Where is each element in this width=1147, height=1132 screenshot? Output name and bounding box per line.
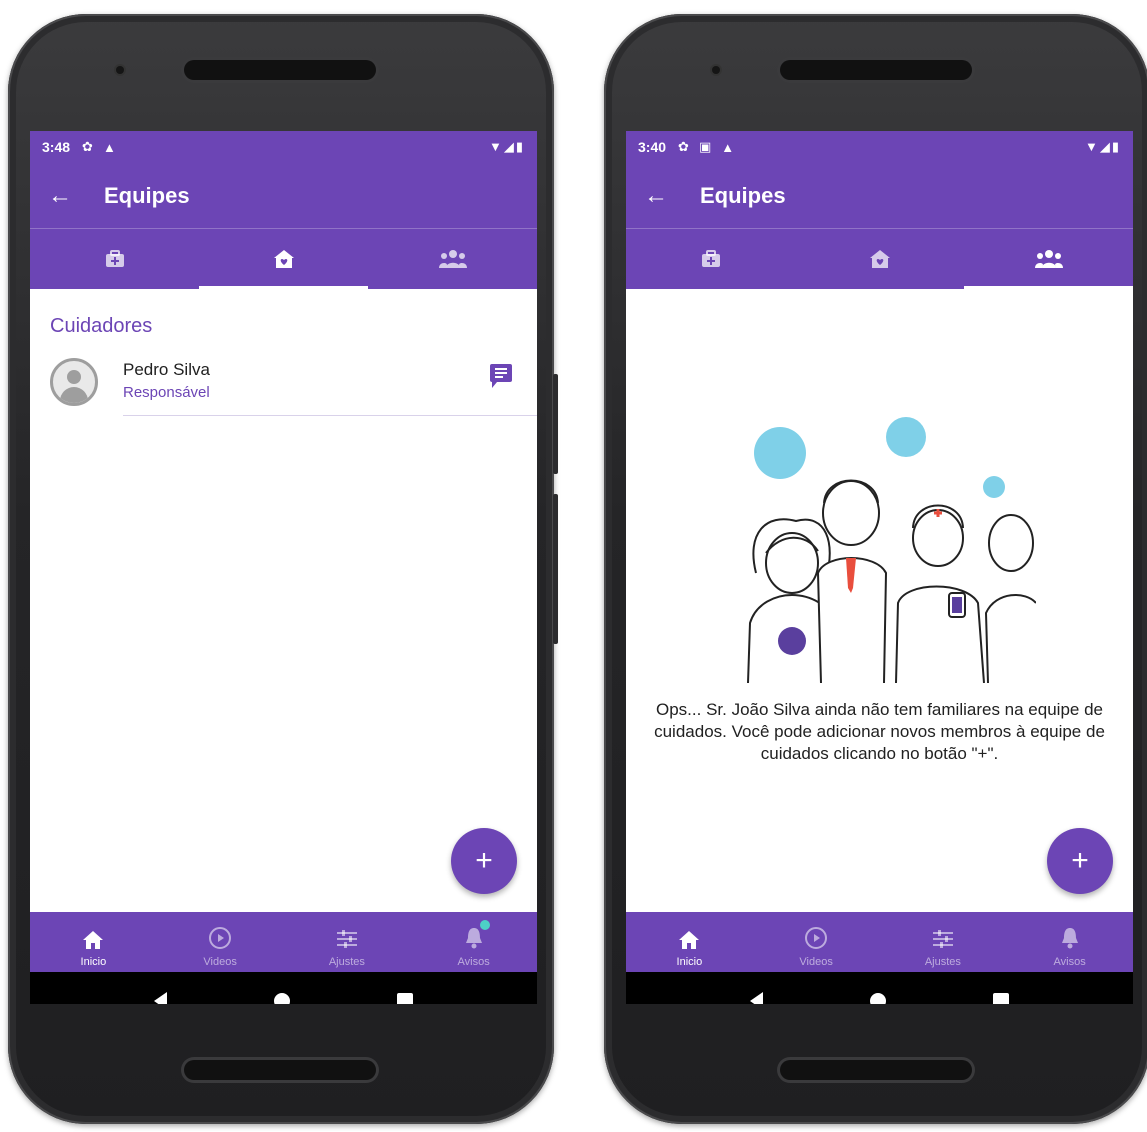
back-arrow-icon[interactable]: ← [48, 182, 104, 210]
nav-avisos[interactable]: Avisos [410, 912, 537, 972]
back-arrow-icon[interactable]: ← [644, 182, 700, 210]
tab-family[interactable] [199, 229, 368, 289]
tab-group[interactable] [368, 229, 537, 289]
recents-icon[interactable] [993, 993, 1010, 1004]
screen-right: 3:40 ✿ ▣ ▲ ▼◢▮ ← Equipes Ops... Sr. João… [626, 131, 1133, 1004]
screenshot-icon: ▣ [698, 139, 712, 154]
nav-label: Ajustes [924, 956, 961, 968]
gear-icon: ✿ [678, 139, 689, 154]
medical-kit-icon [701, 250, 720, 267]
status-bar: 3:48 ✿ ▲ ▼◢▮ [30, 131, 537, 163]
nav-label: Inicio [80, 956, 107, 968]
chat-icon[interactable] [490, 364, 512, 388]
play-circle-icon [805, 927, 828, 949]
bell-icon [465, 928, 482, 949]
page-title: Equipes [104, 182, 190, 208]
volume-button [553, 494, 558, 644]
signal-battery-icon: ▼◢▮ [1084, 139, 1121, 154]
group-icon [438, 250, 467, 268]
member-info: Pedro Silva Responsável [123, 358, 537, 416]
earpiece-speaker [780, 60, 972, 80]
play-circle-icon [209, 927, 232, 949]
avatar [50, 358, 98, 406]
power-button [553, 374, 558, 474]
gear-icon: ✿ [82, 139, 93, 154]
nav-inicio[interactable]: Inicio [626, 912, 753, 972]
home-circle-icon[interactable] [273, 993, 290, 1004]
earpiece-speaker [184, 60, 376, 80]
home-circle-icon[interactable] [869, 993, 886, 1004]
medical-kit-icon [105, 250, 124, 267]
screen-left: 3:48 ✿ ▲ ▼◢▮ ← Equipes Cuidadores Pedro … [30, 131, 537, 1004]
empty-state-message: Ops... Sr. João Silva ainda não tem fami… [654, 700, 1105, 763]
nav-ajustes[interactable]: Ajustes [284, 912, 411, 972]
bell-icon [1061, 928, 1078, 949]
home-icon [679, 931, 700, 949]
nav-videos[interactable]: Videos [157, 912, 284, 972]
nav-label: Avisos [1053, 956, 1086, 968]
care-team-illustration [747, 417, 1036, 683]
nav-videos[interactable]: Videos [753, 912, 880, 972]
system-nav-bar [626, 972, 1133, 1004]
bottom-speaker [184, 1060, 376, 1080]
signal-battery-icon: ▼◢▮ [488, 139, 525, 154]
sliders-icon [932, 930, 953, 948]
recents-icon[interactable] [397, 993, 414, 1004]
bottom-nav: Inicio Videos Ajustes Avisos [30, 912, 537, 972]
content-area: Ops... Sr. João Silva ainda não tem fami… [626, 289, 1133, 912]
phone-right: 3:40 ✿ ▣ ▲ ▼◢▮ ← Equipes Ops... Sr. João… [604, 14, 1147, 1124]
tab-bar [30, 229, 537, 289]
content-area: Cuidadores Pedro Silva Responsável + [30, 289, 537, 912]
nav-label: Videos [203, 956, 237, 968]
tab-bar [626, 229, 1133, 289]
app-bar: ← Equipes [30, 163, 537, 229]
home-icon [83, 931, 104, 949]
tab-group[interactable] [964, 229, 1133, 289]
system-nav-bar [30, 972, 537, 1004]
section-title: Cuidadores [50, 315, 153, 337]
list-item[interactable]: Pedro Silva Responsável [30, 358, 537, 416]
nav-label: Videos [799, 956, 833, 968]
member-role: Responsável [123, 384, 210, 401]
app-bar: ← Equipes [626, 163, 1133, 229]
front-camera [712, 66, 720, 74]
nav-label: Ajustes [328, 956, 365, 968]
add-member-button[interactable]: + [1047, 828, 1113, 894]
tab-family[interactable] [795, 229, 964, 289]
alert-icon: ▲ [102, 139, 116, 155]
back-icon[interactable] [749, 992, 763, 1004]
nav-ajustes[interactable]: Ajustes [880, 912, 1007, 972]
notification-badge [479, 920, 490, 930]
home-heart-icon [869, 250, 890, 268]
front-camera [116, 66, 124, 74]
tab-medical[interactable] [626, 229, 795, 289]
back-icon[interactable] [153, 992, 167, 1004]
member-name: Pedro Silva [123, 360, 210, 379]
home-heart-icon [273, 250, 294, 268]
bottom-speaker [780, 1060, 972, 1080]
nav-avisos[interactable]: Avisos [1006, 912, 1133, 972]
nav-label: Avisos [457, 956, 490, 968]
status-time: 3:40 [638, 139, 667, 155]
nav-label: Inicio [676, 956, 703, 968]
status-time: 3:48 [42, 139, 71, 155]
group-icon [1034, 250, 1063, 268]
sliders-icon [336, 930, 357, 948]
alert-icon: ▲ [721, 139, 735, 155]
bottom-nav: Inicio Videos Ajustes Avisos [626, 912, 1133, 972]
add-member-button[interactable]: + [451, 828, 517, 894]
nav-inicio[interactable]: Inicio [30, 912, 157, 972]
phone-left: 3:48 ✿ ▲ ▼◢▮ ← Equipes Cuidadores Pedro … [8, 14, 558, 1124]
status-bar: 3:40 ✿ ▣ ▲ ▼◢▮ [626, 131, 1133, 163]
tab-medical[interactable] [30, 229, 199, 289]
page-title: Equipes [700, 182, 786, 208]
